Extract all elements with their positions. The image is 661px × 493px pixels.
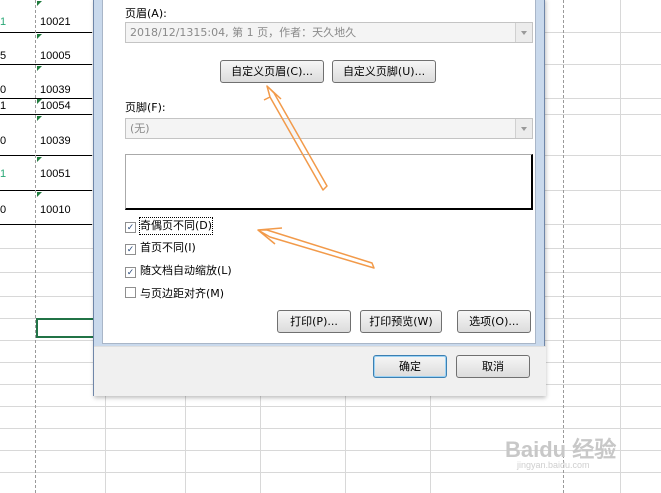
footer-select-value: (无) bbox=[130, 122, 150, 135]
table-cell[interactable]: 10039 bbox=[40, 84, 71, 96]
checkbox-unchecked-icon[interactable] bbox=[125, 287, 136, 298]
chevron-down-icon[interactable] bbox=[515, 23, 532, 42]
ok-button[interactable]: 确定 bbox=[373, 355, 447, 378]
cell-fragment: 1 bbox=[0, 100, 7, 112]
header-footer-panel: 页眉(A): 2018/12/1315:04, 第 1 页，作者：天久地久 自定… bbox=[102, 0, 536, 344]
cell-fragment: 0 bbox=[0, 135, 7, 147]
align-margins-label[interactable]: 与页边距对齐(M) bbox=[140, 286, 224, 302]
cell-fragment: 1 bbox=[0, 16, 7, 28]
scale-with-document-option[interactable]: ✓ 随文档自动缩放(L) bbox=[125, 263, 232, 279]
table-cell[interactable]: 10051 bbox=[40, 168, 71, 180]
checkbox-checked-icon[interactable]: ✓ bbox=[125, 267, 136, 278]
print-button[interactable]: 打印(P)... bbox=[277, 310, 351, 333]
table-cell[interactable]: 10054 bbox=[40, 100, 71, 112]
chevron-down-icon[interactable] bbox=[515, 119, 532, 138]
different-first-page-option[interactable]: ✓ 首页不同(I) bbox=[125, 240, 196, 256]
table-cell[interactable]: 10039 bbox=[40, 135, 71, 147]
scale-with-document-label[interactable]: 随文档自动缩放(L) bbox=[140, 263, 232, 279]
cell-fragment: 5 bbox=[0, 50, 7, 62]
table-cell[interactable]: 10005 bbox=[40, 50, 71, 62]
footer-label: 页脚(F): bbox=[125, 101, 166, 114]
align-margins-option[interactable]: 与页边距对齐(M) bbox=[125, 286, 224, 302]
cell-fragment: 0 bbox=[0, 204, 7, 216]
baidu-watermark-url: jingyan.baidu.com bbox=[517, 460, 590, 470]
header-label: 页眉(A): bbox=[125, 7, 167, 20]
custom-header-button[interactable]: 自定义页眉(C)... bbox=[220, 60, 324, 83]
different-odd-even-option[interactable]: ✓ 奇偶页不同(D) bbox=[125, 217, 214, 235]
print-preview-button[interactable]: 打印预览(W) bbox=[360, 310, 442, 333]
cancel-button[interactable]: 取消 bbox=[456, 355, 530, 378]
checkbox-checked-icon[interactable]: ✓ bbox=[125, 222, 136, 233]
page-setup-dialog: 页眉(A): 2018/12/1315:04, 第 1 页，作者：天久地久 自定… bbox=[93, 0, 546, 396]
table-cell[interactable]: 10021 bbox=[40, 16, 71, 28]
custom-footer-button[interactable]: 自定义页脚(U)... bbox=[332, 60, 436, 83]
cell-fragment: 0 bbox=[0, 84, 7, 96]
dialog-footer: 确定 取消 bbox=[94, 346, 546, 396]
footer-preview bbox=[125, 154, 533, 210]
different-odd-even-label[interactable]: 奇偶页不同(D) bbox=[138, 217, 214, 235]
cell-fragment: 1 bbox=[0, 168, 7, 180]
footer-select[interactable]: (无) bbox=[125, 118, 533, 139]
header-select-value: 2018/12/1315:04, 第 1 页，作者：天久地久 bbox=[130, 26, 357, 39]
options-button[interactable]: 选项(O)... bbox=[457, 310, 531, 333]
different-first-page-label[interactable]: 首页不同(I) bbox=[140, 240, 196, 256]
table-cell[interactable]: 10010 bbox=[40, 204, 71, 216]
checkbox-checked-icon[interactable]: ✓ bbox=[125, 244, 136, 255]
header-select[interactable]: 2018/12/1315:04, 第 1 页，作者：天久地久 bbox=[125, 22, 533, 43]
